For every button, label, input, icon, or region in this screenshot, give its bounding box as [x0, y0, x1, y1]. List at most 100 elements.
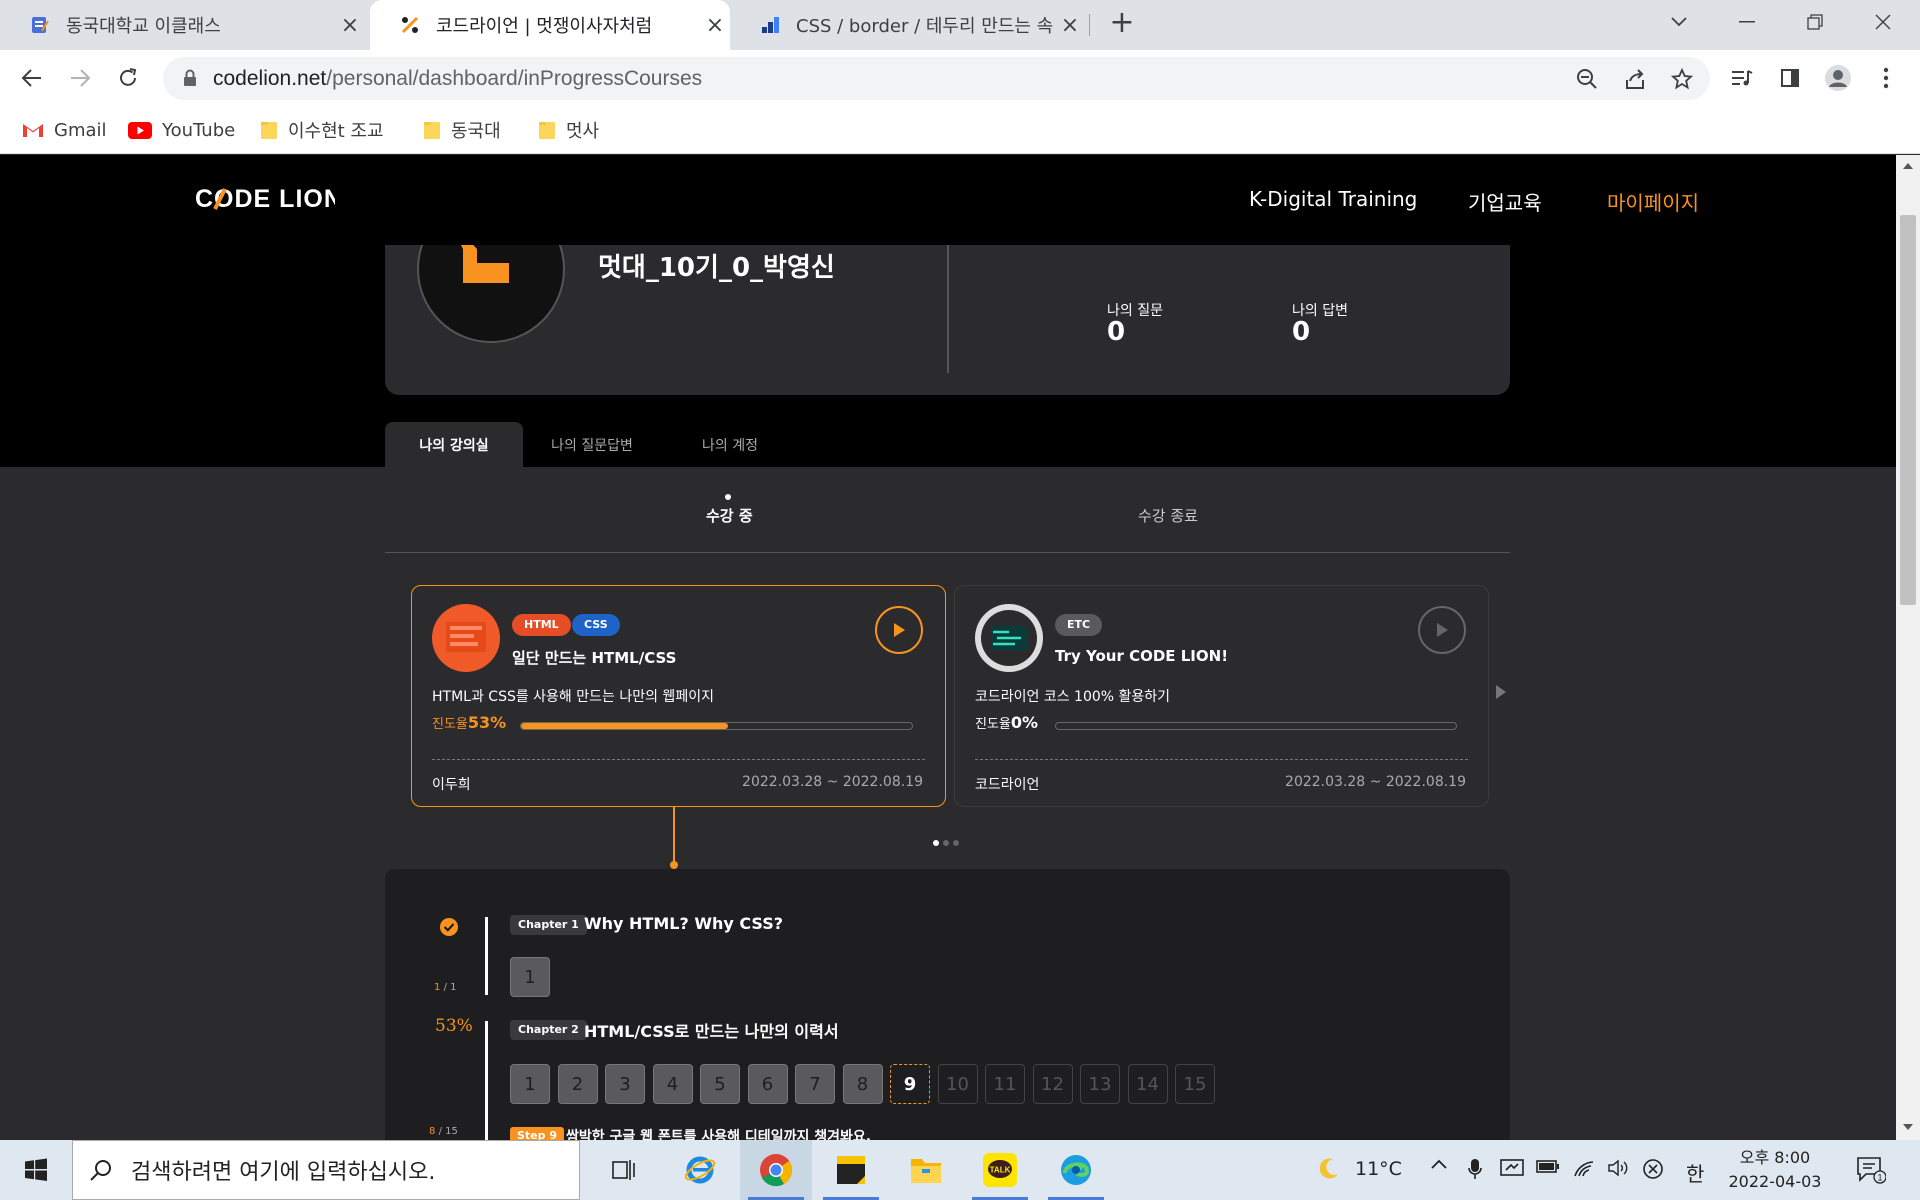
- lesson-button[interactable]: 4: [652, 1064, 693, 1104]
- carousel-dot[interactable]: [953, 840, 959, 846]
- chrome-app[interactable]: [740, 1140, 812, 1200]
- address-bar[interactable]: codelion.net/personal/dashboard/inProgre…: [163, 57, 1710, 100]
- file-explorer-app[interactable]: [890, 1140, 962, 1200]
- scroll-down-icon[interactable]: [1903, 1124, 1913, 1130]
- bookmark-youtube[interactable]: YouTube: [128, 114, 235, 146]
- start-button[interactable]: [0, 1140, 72, 1200]
- course-card-try-codelion[interactable]: ETC Try Your CODE LION! 코드라이언 코스 100% 활용…: [954, 585, 1489, 807]
- edge-app[interactable]: [1040, 1140, 1112, 1200]
- arrow-left-icon: [21, 69, 41, 87]
- browser-tab-css-border[interactable]: CSS / border / 테두리 만드는 속 ×: [730, 0, 1085, 50]
- nav-k-digital-training[interactable]: K-Digital Training: [1249, 187, 1417, 211]
- wifi-tray[interactable]: [1573, 1158, 1597, 1178]
- battery-tray[interactable]: [1536, 1158, 1560, 1174]
- lesson-button[interactable]: 9: [890, 1064, 930, 1104]
- nav-corporate-education[interactable]: 기업교육: [1468, 187, 1542, 216]
- browser-tab-codelion[interactable]: 코드라이언 | 멋쟁이사자처럼 ×: [370, 0, 730, 50]
- tab-my-classroom[interactable]: 나의 강의실: [385, 422, 523, 467]
- subtab-completed[interactable]: 수강 종료: [1138, 505, 1198, 526]
- bookmark-star-button[interactable]: [1668, 65, 1696, 93]
- carousel-dot[interactable]: [943, 840, 949, 846]
- kakaotalk-app[interactable]: TALK: [964, 1140, 1036, 1200]
- lesson-button[interactable]: 1: [510, 957, 550, 997]
- lesson-button[interactable]: 12: [1032, 1064, 1073, 1104]
- course-period: 2022.03.28 ~ 2022.08.19: [1285, 774, 1466, 790]
- lesson-button[interactable]: 15: [1175, 1064, 1215, 1104]
- profile-button[interactable]: [1822, 62, 1854, 94]
- share-button[interactable]: [1621, 65, 1649, 93]
- muted-tray[interactable]: [1642, 1158, 1664, 1180]
- new-tab-button[interactable]: +: [1105, 8, 1139, 42]
- bookmark-folder-ta[interactable]: 이수현t 조교: [260, 114, 384, 146]
- taskbar-search[interactable]: 검색하려면 여기에 입력하십시오.: [72, 1140, 580, 1200]
- lesson-button[interactable]: 13: [1080, 1064, 1120, 1104]
- lesson-button[interactable]: 10: [937, 1064, 978, 1104]
- site-logo[interactable]: CODE LION: [195, 183, 342, 220]
- restore-button[interactable]: [1781, 0, 1849, 44]
- lesson-button[interactable]: 11: [985, 1064, 1025, 1104]
- notification-center-button[interactable]: 1: [1856, 1156, 1886, 1184]
- network-status-tray[interactable]: [1500, 1158, 1524, 1180]
- lesson-button[interactable]: 3: [605, 1064, 645, 1104]
- media-control-button[interactable]: [1726, 62, 1758, 94]
- lesson-button[interactable]: 7: [795, 1064, 835, 1104]
- close-tab-icon[interactable]: ×: [335, 13, 365, 38]
- vertical-scrollbar[interactable]: [1896, 155, 1920, 1140]
- scrollbar-thumb[interactable]: [1900, 215, 1916, 605]
- bookmark-folder-dongguk[interactable]: 동국대: [423, 114, 501, 146]
- sticky-notes-app[interactable]: [815, 1140, 887, 1200]
- course-card-html-css[interactable]: HTML CSS 일단 만드는 HTML/CSS HTML과 CSS를 사용해 …: [411, 585, 946, 807]
- tab-title: 코드라이언 | 멋쟁이사자처럼: [436, 16, 653, 37]
- nav-mypage[interactable]: 마이페이지: [1607, 187, 1699, 216]
- tab-my-qna[interactable]: 나의 질문답변: [523, 422, 661, 467]
- page-viewport: 멋대_10기_0_박영신 6 0 나의 질문 0 나의 답변 0 CODE LI…: [0, 155, 1896, 1140]
- lock-icon: [184, 69, 196, 86]
- internet-explorer-app[interactable]: [664, 1140, 736, 1200]
- star-icon: [1671, 68, 1693, 90]
- reload-icon: [120, 68, 137, 86]
- side-panel-icon: [1781, 69, 1799, 87]
- url-text[interactable]: codelion.net/personal/dashboard/inProgre…: [213, 67, 702, 91]
- play-button[interactable]: [1418, 606, 1466, 654]
- zoom-button[interactable]: [1573, 65, 1601, 93]
- lesson-button[interactable]: 1: [510, 1064, 550, 1104]
- tab-search-button[interactable]: [1645, 0, 1713, 44]
- lesson-button[interactable]: 6: [747, 1064, 788, 1104]
- menu-button[interactable]: [1870, 62, 1902, 94]
- forward-button[interactable]: [62, 60, 98, 96]
- subtab-in-progress[interactable]: 수강 중: [706, 505, 753, 526]
- speaker-icon: [1608, 1159, 1628, 1177]
- back-button[interactable]: [14, 60, 50, 96]
- tray-overflow-button[interactable]: [1430, 1158, 1448, 1170]
- minimize-button[interactable]: [1713, 0, 1781, 44]
- search-icon: [90, 1160, 111, 1181]
- carousel-next-icon[interactable]: [1496, 685, 1506, 699]
- tab-my-account[interactable]: 나의 계정: [661, 422, 799, 467]
- system-clock[interactable]: 오후 8:00 2022-04-03: [1720, 1146, 1830, 1194]
- play-button[interactable]: [875, 606, 923, 654]
- play-icon: [1437, 623, 1448, 637]
- close-window-button[interactable]: [1849, 0, 1917, 44]
- nickname: 멋대_10기_0_박영신: [598, 253, 835, 283]
- bookmark-label: 이수현t 조교: [288, 121, 384, 142]
- scroll-up-icon[interactable]: [1903, 163, 1913, 169]
- chapter-timeline: [485, 917, 488, 995]
- close-tab-icon[interactable]: ×: [700, 13, 730, 38]
- bookmark-gmail[interactable]: Gmail: [22, 114, 107, 146]
- lesson-button[interactable]: 5: [700, 1064, 740, 1104]
- reload-button[interactable]: [110, 60, 146, 96]
- bookmark-folder-likelion[interactable]: 멋사: [538, 114, 599, 146]
- lesson-button[interactable]: 2: [557, 1064, 598, 1104]
- task-view-button[interactable]: [588, 1140, 660, 1200]
- volume-tray[interactable]: [1607, 1158, 1631, 1178]
- microphone-tray[interactable]: [1468, 1158, 1482, 1180]
- ime-indicator[interactable]: 한: [1686, 1158, 1704, 1187]
- lesson-button[interactable]: 8: [842, 1064, 883, 1104]
- step-badge: Step 9: [510, 1127, 564, 1140]
- lesson-button[interactable]: 14: [1127, 1064, 1168, 1104]
- carousel-dot[interactable]: [933, 840, 939, 846]
- side-panel-button[interactable]: [1774, 62, 1806, 94]
- browser-tab-eclass[interactable]: 동국대학교 이클래스 ×: [0, 0, 365, 50]
- weather-widget[interactable]: 11°C: [1315, 1156, 1402, 1182]
- close-tab-icon[interactable]: ×: [1055, 13, 1085, 38]
